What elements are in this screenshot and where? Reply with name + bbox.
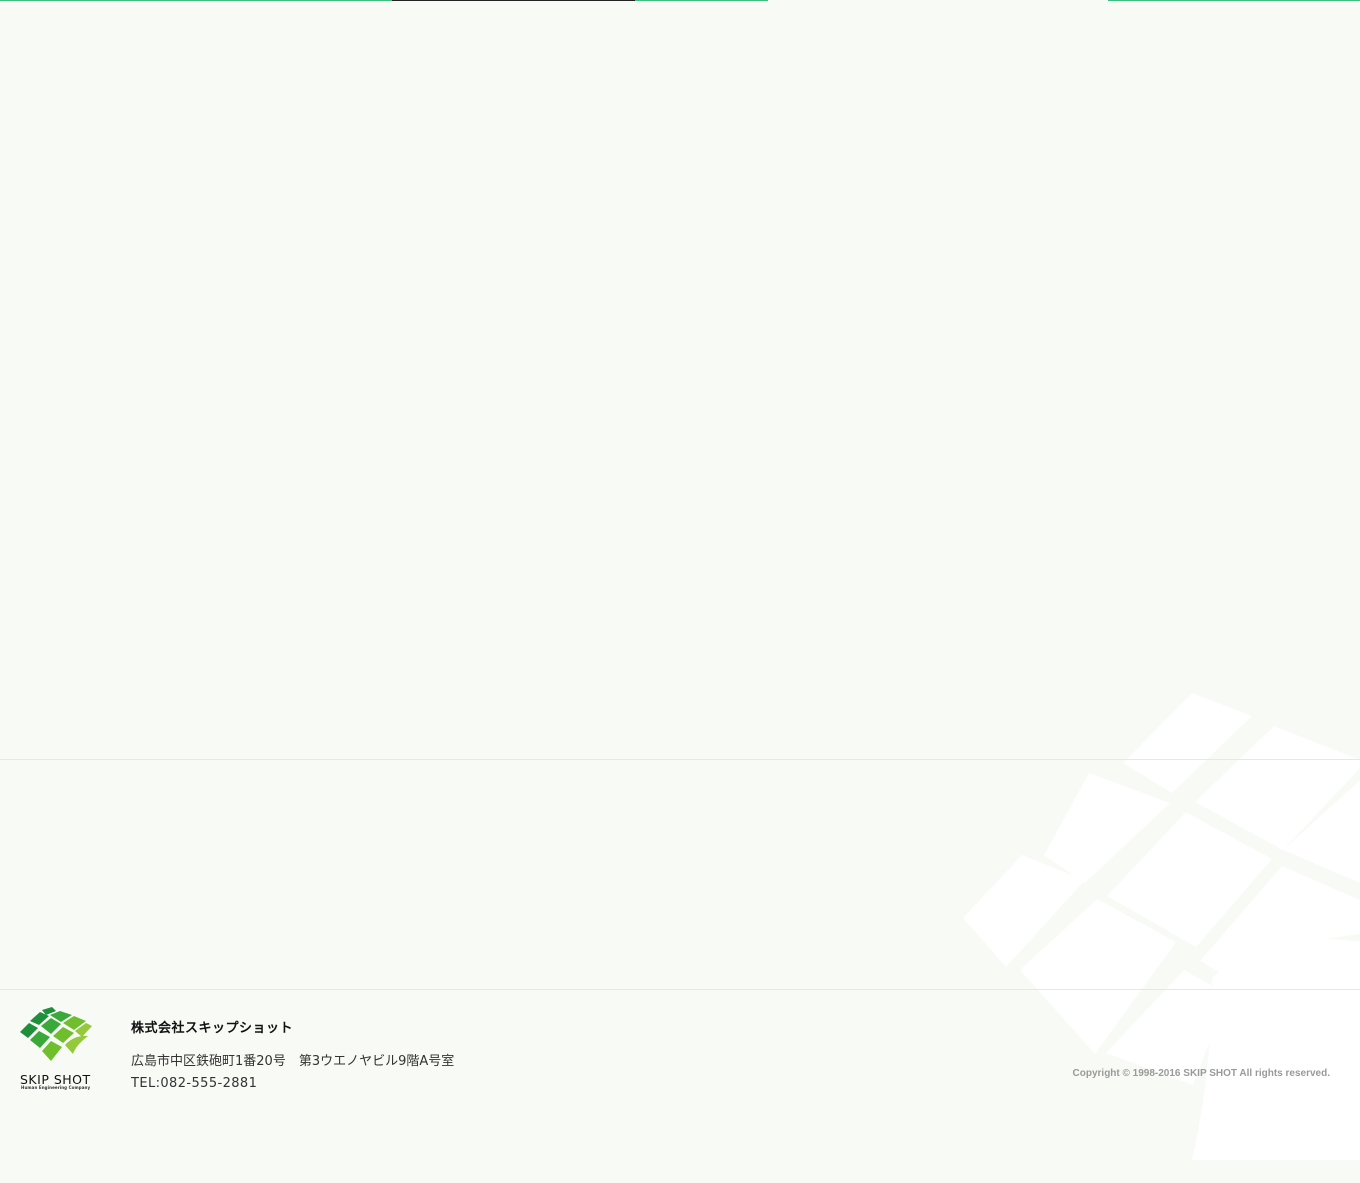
top-accent-strip-dark [392, 0, 635, 1]
company-address: 広島市中区鉄砲町1番20号 第3ウエノヤビル9階A号室 [131, 1054, 455, 1069]
footer-divider [0, 989, 1360, 990]
top-accent-strip-right [1108, 0, 1360, 1]
logo-tagline: Human Engineering Company [21, 1085, 91, 1090]
logo-mark-icon [20, 1007, 92, 1061]
company-logo[interactable]: SKIP SHOT Human Engineering Company [18, 1006, 94, 1092]
copyright-text: Copyright © 1998-2016 SKIP SHOT All righ… [1072, 1068, 1330, 1079]
content-divider [0, 759, 1360, 760]
company-name: 株式会社スキップショット [131, 1021, 294, 1036]
top-accent-strip-mid [635, 0, 768, 1]
company-phone[interactable]: TEL:082-555-2881 [131, 1076, 257, 1091]
background-logo-mark [963, 693, 1360, 1160]
top-accent-strip-left [0, 0, 392, 1]
